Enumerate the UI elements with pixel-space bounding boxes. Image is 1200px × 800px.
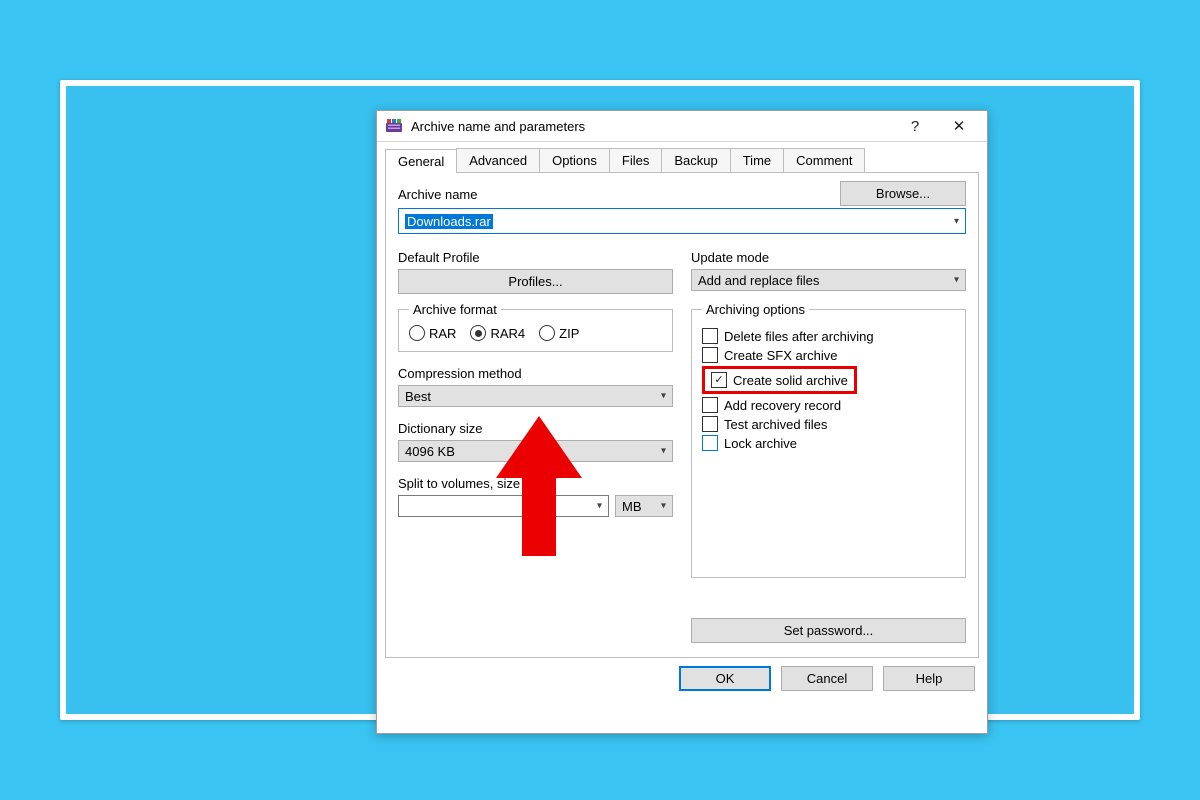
- tab-files[interactable]: Files: [609, 148, 662, 172]
- chevron-down-icon: ▾: [954, 275, 959, 286]
- compression-method-value: Best: [405, 389, 431, 404]
- update-mode-value: Add and replace files: [698, 273, 819, 288]
- tab-label: Options: [552, 153, 597, 168]
- dialog-buttons: OK Cancel Help: [377, 666, 975, 691]
- winrar-dialog: Archive name and parameters ? ✕ General …: [376, 110, 988, 734]
- update-mode-select[interactable]: Add and replace files ▾: [691, 269, 966, 291]
- radio-icon: [470, 325, 486, 341]
- tab-backup[interactable]: Backup: [661, 148, 730, 172]
- cancel-button[interactable]: Cancel: [781, 666, 873, 691]
- archive-name-input[interactable]: Downloads.rar ▾: [398, 208, 966, 234]
- button-label: Browse...: [876, 186, 930, 201]
- tab-general[interactable]: General: [385, 149, 457, 173]
- tab-label: Time: [743, 153, 771, 168]
- split-volumes-label: Split to volumes, size: [398, 476, 673, 491]
- checkbox-label: Delete files after archiving: [724, 329, 874, 344]
- checkbox-label: Create solid archive: [733, 373, 848, 388]
- tab-label: Comment: [796, 153, 852, 168]
- tab-comment[interactable]: Comment: [783, 148, 865, 172]
- dialog-title: Archive name and parameters: [411, 119, 893, 134]
- tab-label: Backup: [674, 153, 717, 168]
- close-button[interactable]: ✕: [937, 112, 981, 140]
- radio-icon: [539, 325, 555, 341]
- radio-rar4[interactable]: RAR4: [470, 325, 525, 341]
- split-unit-value: MB: [622, 499, 642, 514]
- radio-label: ZIP: [559, 326, 579, 341]
- checkbox-icon: [702, 416, 718, 432]
- titlebar: Archive name and parameters ? ✕: [377, 111, 987, 142]
- button-label: OK: [716, 671, 735, 686]
- chevron-down-icon: ▾: [661, 501, 666, 512]
- default-profile-label: Default Profile: [398, 250, 673, 265]
- chevron-down-icon: ▾: [597, 501, 602, 512]
- tab-label: Advanced: [469, 153, 527, 168]
- app-icon: [385, 117, 403, 135]
- split-size-input[interactable]: ▾: [398, 495, 609, 517]
- opt-delete-after[interactable]: Delete files after archiving: [702, 328, 955, 344]
- radio-label: RAR4: [490, 326, 525, 341]
- browse-button[interactable]: Browse...: [840, 181, 966, 206]
- checkbox-label: Test archived files: [724, 417, 827, 432]
- archive-format-group: Archive format RAR RAR4 ZIP: [398, 302, 673, 352]
- opt-lock-archive[interactable]: Lock archive: [702, 435, 955, 451]
- chevron-down-icon: ▾: [661, 446, 666, 457]
- dictionary-size-select[interactable]: 4096 KB ▾: [398, 440, 673, 462]
- button-label: Help: [916, 671, 943, 686]
- opt-recovery-record[interactable]: Add recovery record: [702, 397, 955, 413]
- close-icon: ✕: [953, 117, 966, 135]
- dictionary-size-label: Dictionary size: [398, 421, 673, 436]
- checkbox-label: Create SFX archive: [724, 348, 837, 363]
- compression-method-label: Compression method: [398, 366, 673, 381]
- tab-label: General: [398, 154, 444, 169]
- checkbox-label: Add recovery record: [724, 398, 841, 413]
- button-label: Profiles...: [508, 274, 562, 289]
- archive-name-label: Archive name: [398, 187, 477, 202]
- update-mode-label: Update mode: [691, 250, 966, 265]
- tab-time[interactable]: Time: [730, 148, 784, 172]
- tab-options[interactable]: Options: [539, 148, 610, 172]
- compression-method-select[interactable]: Best ▾: [398, 385, 673, 407]
- set-password-button[interactable]: Set password...: [691, 618, 966, 643]
- opt-create-solid[interactable]: Create solid archive: [711, 372, 848, 388]
- opt-test-archived[interactable]: Test archived files: [702, 416, 955, 432]
- button-label: Set password...: [784, 623, 874, 638]
- checkbox-label: Lock archive: [724, 436, 797, 451]
- radio-zip[interactable]: ZIP: [539, 325, 579, 341]
- checkbox-icon: [711, 372, 727, 388]
- archive-name-value: Downloads.rar: [405, 214, 493, 229]
- dictionary-size-value: 4096 KB: [405, 444, 455, 459]
- image-card: Archive name and parameters ? ✕ General …: [60, 80, 1140, 720]
- button-label: Cancel: [807, 671, 847, 686]
- radio-rar[interactable]: RAR: [409, 325, 456, 341]
- checkbox-icon: [702, 347, 718, 363]
- chevron-down-icon: ▾: [954, 216, 959, 227]
- help-icon: ?: [911, 118, 919, 135]
- radio-label: RAR: [429, 326, 456, 341]
- profiles-button[interactable]: Profiles...: [398, 269, 673, 294]
- opt-create-sfx[interactable]: Create SFX archive: [702, 347, 955, 363]
- ok-button[interactable]: OK: [679, 666, 771, 691]
- image-background: Archive name and parameters ? ✕ General …: [66, 86, 1134, 714]
- help-button[interactable]: ?: [893, 112, 937, 140]
- split-unit-select[interactable]: MB ▾: [615, 495, 673, 517]
- archiving-options-group: Archiving options Delete files after arc…: [691, 302, 966, 578]
- tab-page-general: Archive name Browse... Downloads.rar ▾ D…: [385, 173, 979, 658]
- dialog-help-button[interactable]: Help: [883, 666, 975, 691]
- chevron-down-icon: ▾: [661, 391, 666, 402]
- archive-format-legend: Archive format: [409, 302, 501, 317]
- tab-label: Files: [622, 153, 649, 168]
- archiving-options-legend: Archiving options: [702, 302, 809, 317]
- highlight-solid-archive: Create solid archive: [702, 366, 857, 394]
- checkbox-icon: [702, 435, 718, 451]
- checkbox-icon: [702, 397, 718, 413]
- checkbox-icon: [702, 328, 718, 344]
- tabstrip: General Advanced Options Files Backup Ti…: [385, 148, 979, 173]
- radio-icon: [409, 325, 425, 341]
- tab-advanced[interactable]: Advanced: [456, 148, 540, 172]
